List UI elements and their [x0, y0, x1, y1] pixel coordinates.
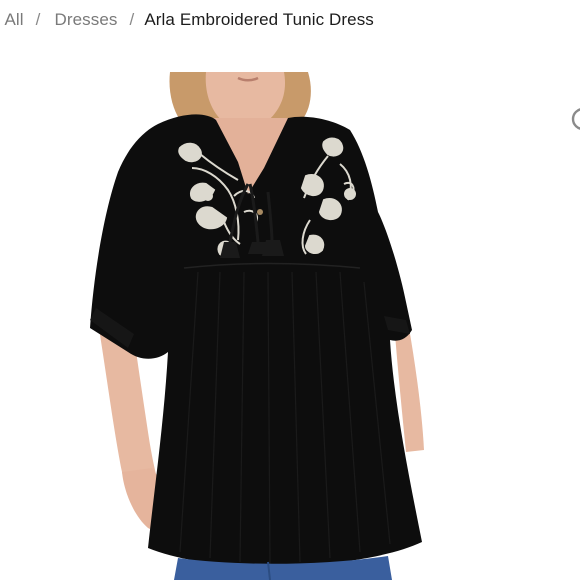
product-page: o All / Dresses / Arla Embroidered Tunic… [0, 0, 580, 580]
carousel-next-button[interactable] [568, 104, 580, 134]
breadcrumb: o All / Dresses / Arla Embroidered Tunic… [0, 9, 374, 31]
breadcrumb-current-page: Arla Embroidered Tunic Dress [144, 10, 374, 29]
breadcrumb-link-shop-all[interactable]: o All [0, 10, 24, 30]
breadcrumb-link-dresses[interactable]: Dresses [54, 10, 117, 30]
product-image[interactable] [88, 72, 436, 580]
circle-arrow-icon [571, 108, 580, 130]
breadcrumb-separator: / [129, 10, 135, 29]
breadcrumb-separator: / [35, 10, 41, 29]
product-photo-illustration [90, 72, 424, 580]
